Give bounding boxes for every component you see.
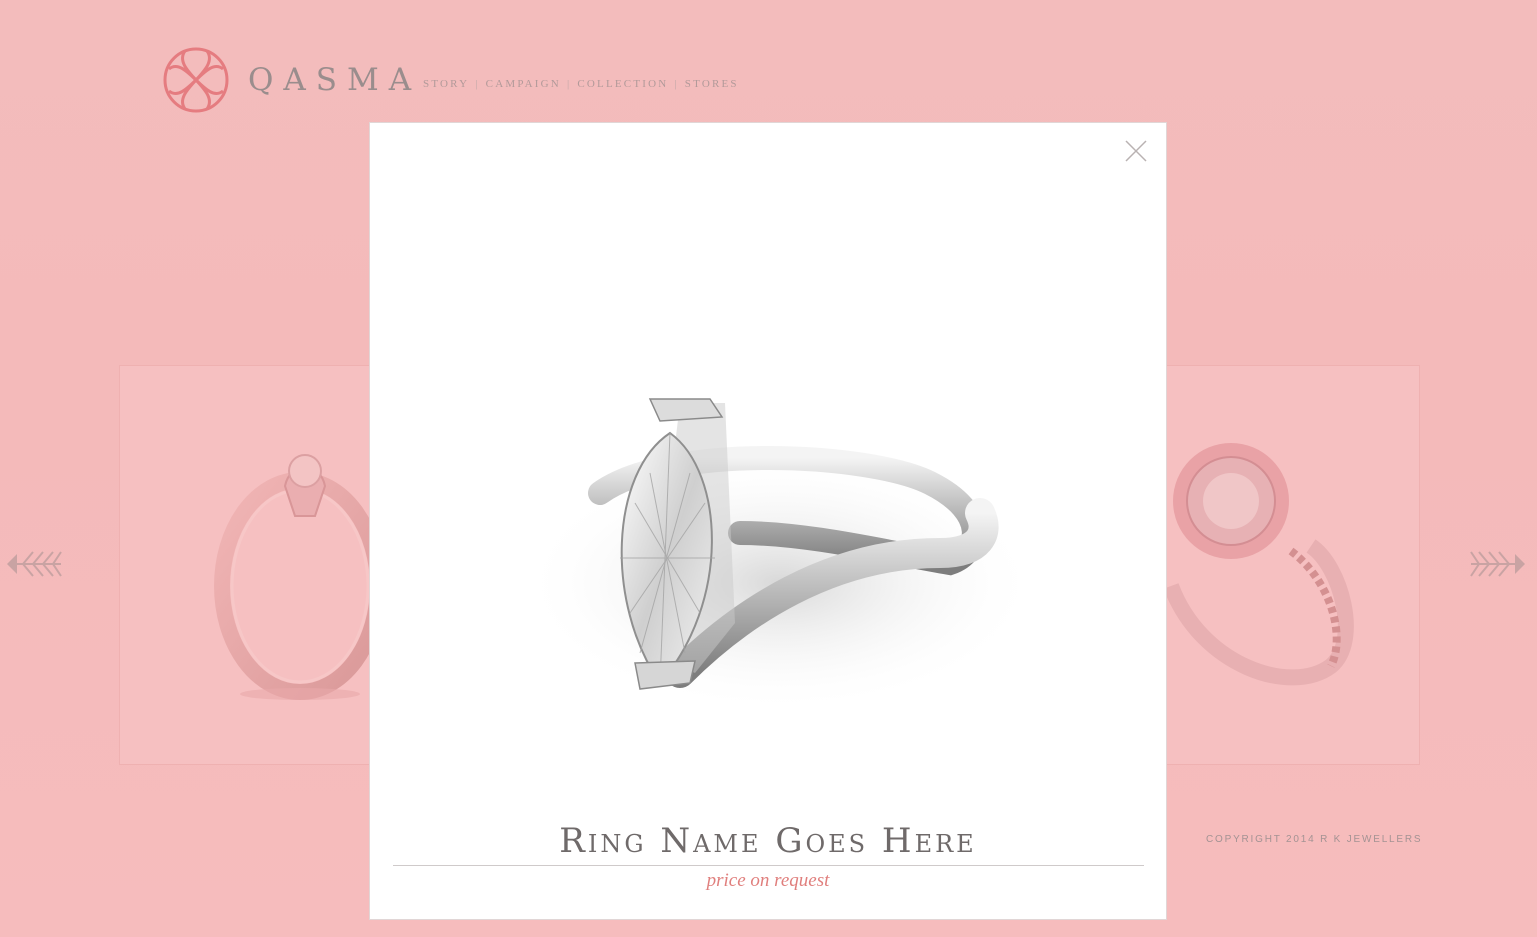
- nav-campaign[interactable]: CAMPAIGN: [486, 78, 561, 90]
- product-price: price on request: [706, 870, 830, 891]
- nav-collection[interactable]: COLLECTION: [577, 78, 668, 90]
- title-divider: [393, 865, 1144, 866]
- ring-image-right: [1163, 443, 1354, 686]
- ring-product-image: [520, 398, 1030, 713]
- product-modal: Ring Name Goes Here price on request: [369, 122, 1167, 920]
- carousel-item-right[interactable]: [1140, 365, 1420, 765]
- ring-image-left: [214, 454, 386, 700]
- main-nav: STORY | CAMPAIGN | COLLECTION | STORES: [423, 78, 739, 90]
- product-title: Ring Name Goes Here: [559, 821, 977, 861]
- nav-stores[interactable]: STORES: [685, 78, 739, 90]
- nav-story[interactable]: STORY: [423, 78, 469, 90]
- qasma-logo-icon[interactable]: [161, 45, 231, 115]
- copyright-text: COPYRIGHT 2014 R K JEWELLERS: [1206, 834, 1423, 845]
- nav-separator: |: [566, 78, 572, 90]
- nav-separator: |: [674, 78, 679, 90]
- arrow-left-icon[interactable]: [5, 548, 63, 580]
- carousel-item-left[interactable]: [119, 365, 401, 765]
- nav-separator: |: [475, 78, 480, 90]
- brand-name[interactable]: QASMA: [248, 62, 421, 98]
- arrow-right-icon[interactable]: [1469, 548, 1527, 580]
- close-icon[interactable]: [1124, 139, 1148, 163]
